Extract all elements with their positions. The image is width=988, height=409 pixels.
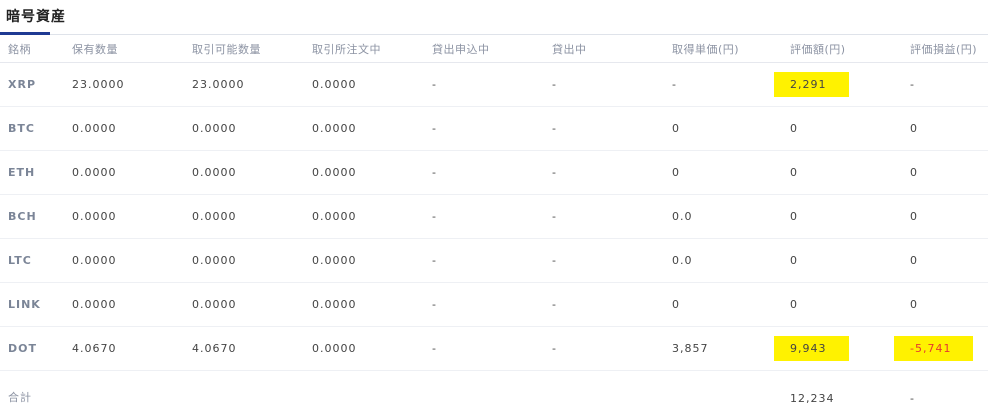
ordering-cell: 0.0000 <box>304 194 424 239</box>
header-lend-applying: 貸出申込中 <box>424 36 544 63</box>
ordering-cell: 0.0000 <box>304 282 424 327</box>
total-valuation: 12,234 <box>790 392 835 405</box>
empty-cell <box>544 371 664 406</box>
table-row: DOT 4.0670 4.0670 0.0000 - - 3,857 9,943… <box>0 326 988 371</box>
ordering-cell: 0.0000 <box>304 106 424 151</box>
tradable-cell: 0.0000 <box>184 282 304 327</box>
symbol-cell[interactable]: BTC <box>0 106 64 151</box>
lending-cell: - <box>544 150 664 195</box>
ordering-cell: 0.0000 <box>304 150 424 195</box>
acq-price-cell: 0.0 <box>664 238 782 283</box>
lend-applying-cell: - <box>424 62 544 107</box>
valuation-cell: 9,943 <box>774 326 902 371</box>
holding-cell: 0.0000 <box>64 282 184 327</box>
lend-applying-cell: - <box>424 106 544 151</box>
tradable-cell: 0.0000 <box>184 150 304 195</box>
pl-cell: 0 <box>902 106 988 151</box>
symbol-cell[interactable]: BCH <box>0 194 64 239</box>
acq-price-cell: - <box>664 62 782 107</box>
lending-cell: - <box>544 282 664 327</box>
table-row: LINK 0.0000 0.0000 0.0000 - - 0 0 0 <box>0 282 988 327</box>
total-label: 合計 <box>8 391 32 404</box>
tradable-cell: 0.0000 <box>184 238 304 283</box>
header-ordering: 取引所注文中 <box>304 36 424 63</box>
total-pl: - <box>910 392 915 405</box>
table-row: BCH 0.0000 0.0000 0.0000 - - 0.0 0 0 <box>0 194 988 239</box>
lending-cell: - <box>544 194 664 239</box>
ordering-cell: 0.0000 <box>304 238 424 283</box>
crypto-assets-table: 銘柄 保有数量 取引可能数量 取引所注文中 貸出申込中 貸出中 取得単価(円) … <box>0 36 988 405</box>
symbol-cell[interactable]: DOT <box>0 326 64 371</box>
empty-cell <box>304 371 424 406</box>
header-acq-price: 取得単価(円) <box>664 36 782 63</box>
tradable-cell: 0.0000 <box>184 106 304 151</box>
pl-cell: 0 <box>902 282 988 327</box>
lend-applying-cell: - <box>424 194 544 239</box>
holding-cell: 4.0670 <box>64 326 184 371</box>
tradable-cell: 4.0670 <box>184 326 304 371</box>
lending-cell: - <box>544 326 664 371</box>
lend-applying-cell: - <box>424 238 544 283</box>
holding-cell: 23.0000 <box>64 62 184 107</box>
pl-cell: - <box>902 62 988 107</box>
table-row: ETH 0.0000 0.0000 0.0000 - - 0 0 0 <box>0 150 988 195</box>
tradable-cell: 0.0000 <box>184 194 304 239</box>
acq-price-cell: 3,857 <box>664 326 782 371</box>
ordering-cell: 0.0000 <box>304 62 424 107</box>
lending-cell: - <box>544 106 664 151</box>
valuation-cell: 0 <box>782 150 902 195</box>
lending-cell: - <box>544 62 664 107</box>
symbol-cell[interactable]: LINK <box>0 282 64 327</box>
tradable-cell: 23.0000 <box>184 62 304 107</box>
pl-cell: -5,741 <box>894 326 988 371</box>
header-tradable: 取引可能数量 <box>184 36 304 63</box>
empty-cell <box>664 371 782 406</box>
header-symbol: 銘柄 <box>0 36 64 63</box>
acq-price-cell: 0.0 <box>664 194 782 239</box>
page-title: 暗号資産 <box>6 9 66 25</box>
lend-applying-cell: - <box>424 282 544 327</box>
table-row: BTC 0.0000 0.0000 0.0000 - - 0 0 0 <box>0 106 988 151</box>
empty-cell <box>64 371 184 406</box>
symbol-cell[interactable]: LTC <box>0 238 64 283</box>
table-row: LTC 0.0000 0.0000 0.0000 - - 0.0 0 0 <box>0 238 988 283</box>
valuation-highlight: 9,943 <box>774 336 849 361</box>
table-header-row: 銘柄 保有数量 取引可能数量 取引所注文中 貸出申込中 貸出中 取得単価(円) … <box>0 36 988 63</box>
valuation-cell: 0 <box>782 194 902 239</box>
lend-applying-cell: - <box>424 326 544 371</box>
valuation-cell: 0 <box>782 238 902 283</box>
pl-cell: 0 <box>902 150 988 195</box>
empty-cell <box>424 371 544 406</box>
lending-cell: - <box>544 238 664 283</box>
valuation-highlight: 2,291 <box>774 72 849 97</box>
acq-price-cell: 0 <box>664 106 782 151</box>
holding-cell: 0.0000 <box>64 150 184 195</box>
header-valuation: 評価額(円) <box>782 36 902 63</box>
holding-cell: 0.0000 <box>64 194 184 239</box>
header-pl: 評価損益(円) <box>902 36 988 63</box>
empty-cell <box>184 371 304 406</box>
acq-price-cell: 0 <box>664 282 782 327</box>
valuation-cell: 0 <box>782 106 902 151</box>
symbol-cell[interactable]: ETH <box>0 150 64 195</box>
valuation-cell: 2,291 <box>774 62 902 107</box>
acq-price-cell: 0 <box>664 150 782 195</box>
pl-cell: 0 <box>902 194 988 239</box>
holding-cell: 0.0000 <box>64 106 184 151</box>
title-divider <box>50 34 988 35</box>
header-holding: 保有数量 <box>64 36 184 63</box>
symbol-cell[interactable]: XRP <box>0 62 64 107</box>
title-underline <box>0 32 50 35</box>
pl-highlight-negative: -5,741 <box>894 336 974 361</box>
table-row: XRP 23.0000 23.0000 0.0000 - - - 2,291 - <box>0 62 988 107</box>
pl-cell: 0 <box>902 238 988 283</box>
ordering-cell: 0.0000 <box>304 326 424 371</box>
lend-applying-cell: - <box>424 150 544 195</box>
holding-cell: 0.0000 <box>64 238 184 283</box>
total-row: 合計 12,234 - <box>0 371 988 406</box>
valuation-cell: 0 <box>782 282 902 327</box>
header-lending: 貸出中 <box>544 36 664 63</box>
